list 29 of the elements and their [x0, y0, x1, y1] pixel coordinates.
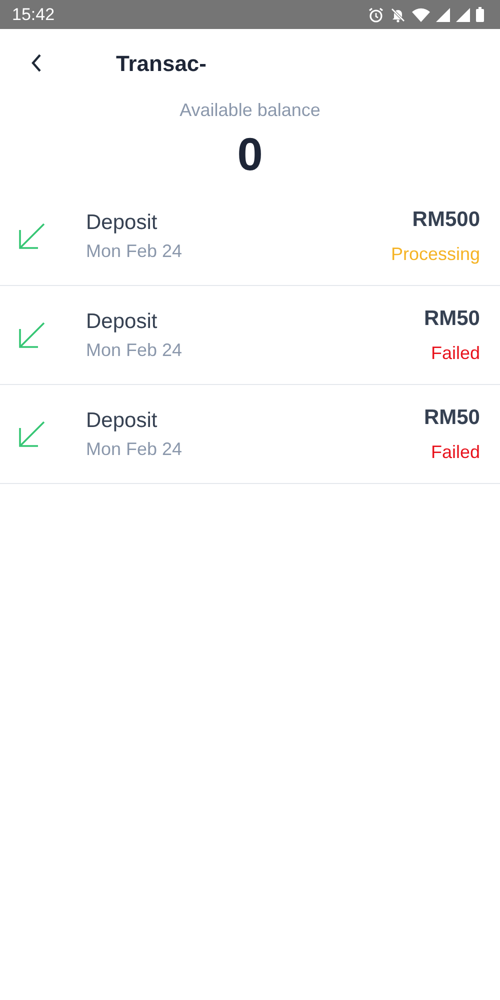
- page-title: Transac-: [116, 50, 206, 78]
- incoming-arrow-icon: [18, 321, 46, 349]
- clock-time: 15:42: [12, 4, 55, 26]
- transaction-amount: RM50: [424, 404, 480, 431]
- transaction-title: Deposit: [86, 210, 158, 236]
- transaction-date: Mon Feb 24: [86, 240, 184, 264]
- muted-bell-icon: [390, 6, 406, 22]
- transaction-status: Processing: [390, 243, 480, 266]
- transaction-row[interactable]: Deposit Mon Feb 24 RM50 Failed: [0, 286, 500, 385]
- transaction-amount: RM500: [412, 206, 480, 233]
- alarm-icon: [368, 6, 384, 22]
- transaction-date: Mon Feb 24: [86, 438, 184, 462]
- balance-label: Available balance: [180, 99, 320, 122]
- incoming-arrow-icon: [18, 222, 46, 250]
- transaction-status: Failed: [430, 441, 480, 464]
- transaction-title: Deposit: [86, 408, 158, 434]
- back-icon: [30, 53, 42, 73]
- incoming-arrow-icon: [18, 420, 46, 448]
- wifi-icon: [412, 8, 430, 22]
- transaction-title: Deposit: [86, 308, 158, 335]
- signal-icon: [456, 8, 470, 22]
- battery-icon: [476, 7, 484, 22]
- transaction-row[interactable]: Deposit Mon Feb 24 RM500 Processing: [0, 187, 500, 286]
- transaction-status: Failed: [430, 342, 480, 366]
- transaction-date: Mon Feb 24: [86, 339, 184, 362]
- transaction-amount: RM50: [424, 306, 480, 332]
- balance-amount: 0: [237, 127, 263, 182]
- transaction-row[interactable]: Deposit Mon Feb 24 RM50 Failed: [0, 385, 500, 484]
- signal-icon: [436, 8, 450, 22]
